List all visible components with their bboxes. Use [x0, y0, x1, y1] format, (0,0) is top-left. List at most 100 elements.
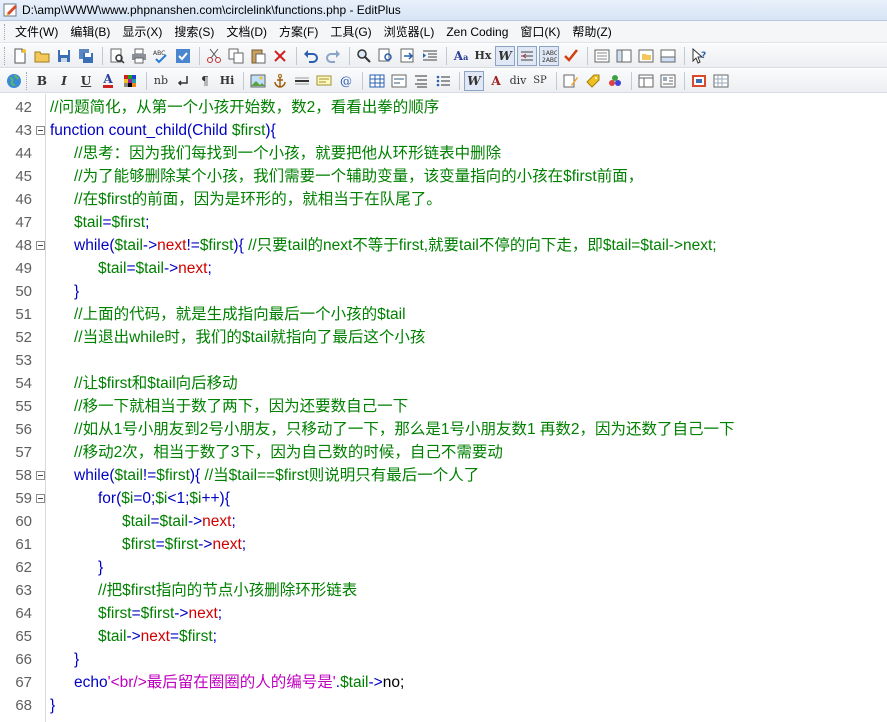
ordered-list-icon[interactable]	[433, 71, 453, 91]
tag-icon[interactable]	[583, 71, 603, 91]
code-line[interactable]: 53	[0, 349, 887, 372]
code-line[interactable]: 55 //移一下就相当于数了两下，因为还要数自己一下	[0, 395, 887, 418]
save-icon[interactable]	[54, 46, 74, 66]
directory-icon[interactable]	[636, 46, 656, 66]
italic-icon[interactable]: I	[54, 71, 74, 91]
code-line[interactable]: 61 $first=$first->next;	[0, 533, 887, 556]
div-icon[interactable]: div	[508, 71, 528, 91]
check-icon[interactable]	[173, 46, 193, 66]
code-editor[interactable]: 42 //问题简化，从第一个小孩开始数，数2，看看出拳的顺序 43 function …	[0, 94, 887, 722]
code-line[interactable]: 44 //思考：因为我们每找到一个小孩，就要把他从环形链表中删除	[0, 142, 887, 165]
code-line[interactable]: 51 //上面的代码，就是生成指向最后一个小孩的$tail	[0, 303, 887, 326]
font-size-icon[interactable]: Aa	[451, 46, 471, 66]
spellcheck-icon[interactable]: ABC	[151, 46, 171, 66]
menu-edit[interactable]: 编辑(B)	[64, 21, 116, 42]
print-icon[interactable]	[129, 46, 149, 66]
editplus-app-icon[interactable]	[3, 2, 19, 18]
paragraph-icon[interactable]: ¶	[195, 71, 215, 91]
form-icon[interactable]	[389, 71, 409, 91]
preview-icon[interactable]	[689, 71, 709, 91]
replace-icon[interactable]	[376, 46, 396, 66]
window-list-icon[interactable]	[592, 46, 612, 66]
code-line[interactable]: 45 //为了能够删除某个小孩，我们需要一个辅助变量，该变量指向的小孩在$firs…	[0, 165, 887, 188]
code-line[interactable]: 66}	[0, 648, 887, 671]
menu-browser[interactable]: 浏览器(L)	[378, 21, 441, 42]
checkmark-icon[interactable]	[561, 46, 581, 66]
code-line[interactable]: 52 //当退出while时，我们的$tail就指向了最后这个小孩	[0, 326, 887, 349]
code-line[interactable]: 57 //移动2次，相当于数了3下，因为自己数的时候，自己不需要动	[0, 441, 887, 464]
code-line[interactable]: 49 $tail=$tail->next;	[0, 257, 887, 280]
indent-icon[interactable]	[420, 46, 440, 66]
color-grid-icon[interactable]	[120, 71, 140, 91]
code-line[interactable]: 67 echo'<br/>最后留在圈圈的人的编号是'.$tail->no;	[0, 671, 887, 694]
frame-icon[interactable]	[636, 71, 656, 91]
heading-icon[interactable]: Hi	[217, 71, 237, 91]
code-line[interactable]: 58 while($tail!=$first){ //当$tail==$first…	[0, 464, 887, 487]
grid-icon[interactable]	[711, 71, 731, 91]
br-icon[interactable]	[173, 71, 193, 91]
menu-zen-coding[interactable]: Zen Coding	[440, 23, 514, 41]
menu-search[interactable]: 搜索(S)	[168, 21, 220, 42]
comment-icon[interactable]	[314, 71, 334, 91]
css-icon[interactable]	[605, 71, 625, 91]
code-line[interactable]: 50}	[0, 280, 887, 303]
column-icon[interactable]: 1ABC 2ABD	[539, 45, 559, 66]
menu-tools[interactable]: 工具(G)	[324, 21, 377, 42]
code-line[interactable]: 60 $tail=$tail->next;	[0, 510, 887, 533]
open-folder-icon[interactable]	[32, 46, 52, 66]
code-line[interactable]: 65 $tail->next=$first;	[0, 625, 887, 648]
help-icon[interactable]: ?	[689, 46, 709, 66]
copy-icon[interactable]	[226, 46, 246, 66]
browser-icon[interactable]	[4, 71, 24, 91]
fold-toggle-icon[interactable]	[36, 126, 45, 135]
print-preview-icon[interactable]	[107, 46, 127, 66]
menu-project[interactable]: 方案(F)	[273, 21, 324, 42]
menu-document[interactable]: 文档(D)	[220, 21, 273, 42]
span-icon[interactable]: SP	[530, 71, 550, 91]
html-icon[interactable]: W	[464, 70, 484, 91]
fold-toggle-icon[interactable]	[36, 494, 45, 503]
menu-window[interactable]: 窗口(K)	[514, 21, 566, 42]
list-icon[interactable]	[411, 71, 431, 91]
menu-help[interactable]: 帮助(Z)	[566, 21, 617, 42]
delete-icon[interactable]	[270, 46, 290, 66]
underline-icon[interactable]: U	[76, 71, 96, 91]
save-all-icon[interactable]	[76, 46, 96, 66]
fold-toggle-icon[interactable]	[36, 241, 45, 250]
table-icon[interactable]	[367, 71, 387, 91]
font-color-icon[interactable]: A	[98, 71, 118, 91]
undo-icon[interactable]	[301, 46, 321, 66]
code-line[interactable]: 63 //把$first指向的节点小孩删除环形链表	[0, 579, 887, 602]
code-line[interactable]: 47 $tail=$first;	[0, 211, 887, 234]
code-line[interactable]: 54 //让$first和$tail向后移动	[0, 372, 887, 395]
code-line[interactable]: 56 //如从1号小朋友到2号小朋友，只移动了一下，那么是1号小朋友数1 再数2，…	[0, 418, 887, 441]
code-line[interactable]: 46 //在$first的前面，因为是环形的，就相当于在队尾了。	[0, 188, 887, 211]
menu-view[interactable]: 显示(X)	[116, 21, 168, 42]
email-icon[interactable]: @	[336, 71, 356, 91]
hr-icon[interactable]	[292, 71, 312, 91]
menu-file[interactable]: 文件(W)	[9, 21, 64, 42]
cliptext-icon[interactable]	[614, 46, 634, 66]
line-numbers-icon[interactable]	[517, 45, 537, 66]
bold-icon[interactable]: B	[32, 71, 52, 91]
code-line[interactable]: 43 function count_child(Child $first){	[0, 119, 887, 142]
hex-icon[interactable]: Hx	[473, 46, 493, 66]
table-layout-icon[interactable]	[658, 71, 678, 91]
new-file-icon[interactable]	[10, 46, 30, 66]
code-line[interactable]: 42 //问题简化，从第一个小孩开始数，数2，看看出拳的顺序	[0, 96, 887, 119]
redo-icon[interactable]	[323, 46, 343, 66]
code-line[interactable]: 48 while($tail->next!=$first){ //只要tail的n…	[0, 234, 887, 257]
goto-icon[interactable]	[398, 46, 418, 66]
paste-icon[interactable]	[248, 46, 268, 66]
find-icon[interactable]	[354, 46, 374, 66]
ax-icon[interactable]: A	[486, 71, 506, 91]
anchor-icon[interactable]	[270, 71, 290, 91]
edit-icon[interactable]	[561, 71, 581, 91]
code-line[interactable]: 59 for($i=0;$i<1;$i++){	[0, 487, 887, 510]
word-wrap-icon[interactable]: W	[495, 45, 515, 66]
code-line[interactable]: 62}	[0, 556, 887, 579]
code-line[interactable]: 68}	[0, 694, 887, 717]
cut-icon[interactable]	[204, 46, 224, 66]
nbsp-icon[interactable]: nb	[151, 71, 171, 91]
output-icon[interactable]	[658, 46, 678, 66]
